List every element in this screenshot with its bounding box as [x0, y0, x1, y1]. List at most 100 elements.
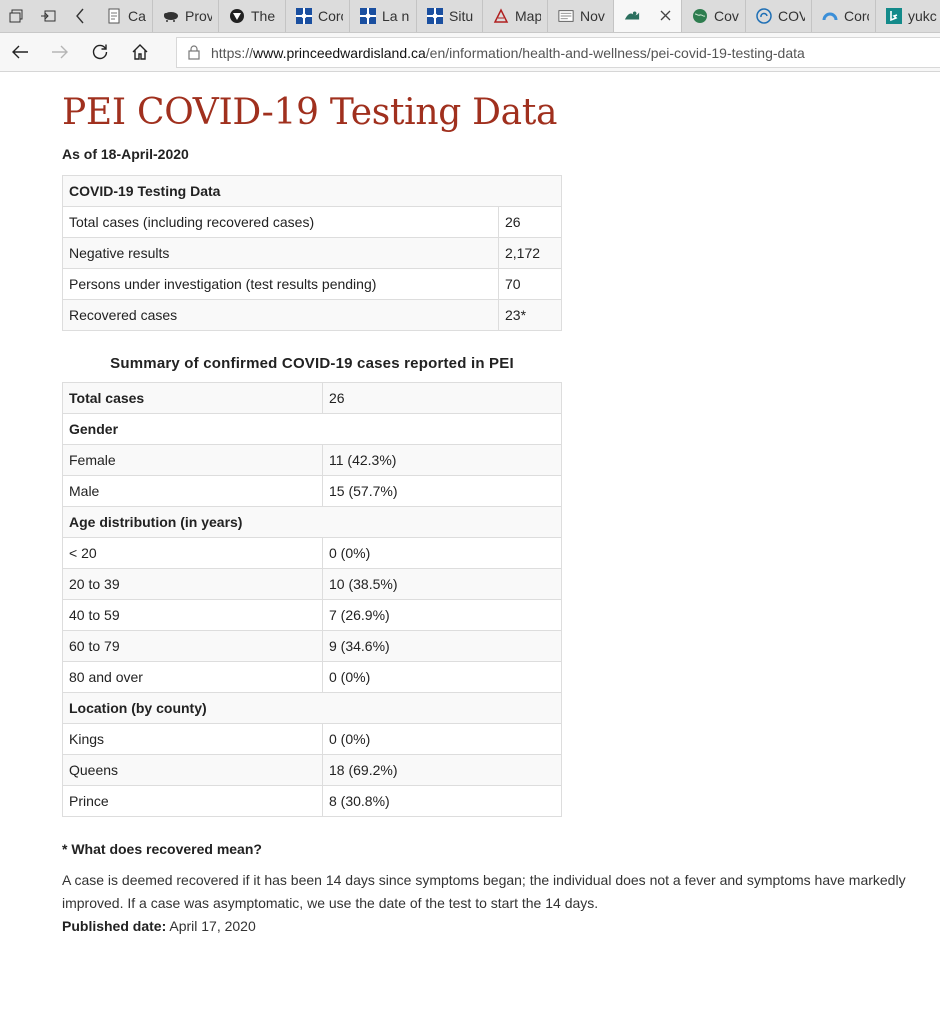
testing-row-value: 23*	[498, 299, 562, 331]
age-section-header: Age distribution (in years)	[62, 506, 562, 538]
testing-row-value: 2,172	[498, 237, 562, 269]
published-date-label: Published date:	[62, 918, 167, 934]
testing-table-header: COVID-19 Testing Data	[62, 175, 562, 207]
browser-tab[interactable]: yukc	[876, 0, 940, 32]
as-of-date: As of 18-April-2020	[62, 146, 189, 162]
tab-title: COV	[778, 8, 805, 24]
navigation-bar: https://www.princeedwardisland.ca/en/inf…	[0, 33, 940, 72]
summary-table-caption: Summary of confirmed COVID-19 cases repo…	[110, 355, 514, 372]
age-label: 20 to 39	[62, 568, 323, 600]
age-label: 80 and over	[62, 661, 323, 693]
browser-tab[interactable]: Situ	[417, 0, 483, 32]
browser-tab[interactable]: The	[219, 0, 286, 32]
summary-table: Total cases 26 Gender Female 11 (42.3%) Ma…	[62, 382, 562, 817]
browser-tab[interactable]: Map	[483, 0, 548, 32]
gender-section-header: Gender	[62, 413, 562, 445]
globe-icon	[692, 8, 708, 24]
back-button[interactable]	[0, 33, 40, 72]
tab-title: Prov	[185, 8, 212, 24]
news-icon	[558, 8, 574, 24]
tab-strip: Case Prov The Corc La n Situ Map Nov Cov COV Corc y…	[0, 0, 940, 33]
total-cases-label: Total cases	[62, 382, 323, 414]
arc-icon	[822, 8, 838, 24]
age-value: 7 (26.9%)	[322, 599, 562, 631]
location-section-header: Location (by county)	[62, 692, 562, 724]
url-text[interactable]: https://www.princeedwardisland.ca/en/inf…	[211, 45, 805, 61]
testing-row-value: 26	[498, 206, 562, 238]
age-value: 0 (0%)	[322, 537, 562, 569]
quebec-flag-icon	[427, 8, 443, 24]
tab-title: Corc	[318, 8, 343, 24]
age-label: 60 to 79	[62, 630, 323, 662]
browser-tab[interactable]	[614, 0, 682, 32]
lock-icon[interactable]	[177, 45, 211, 60]
tab-title: Case	[128, 8, 146, 24]
age-value: 9 (34.6%)	[322, 630, 562, 662]
browser-tab[interactable]: Prov	[153, 0, 219, 32]
tab-actions-icon[interactable]	[0, 0, 32, 32]
recovered-explanation: A case is deemed recovered if it has bee…	[62, 872, 906, 911]
browser-tab[interactable]: Corc	[812, 0, 876, 32]
home-icon	[132, 44, 148, 60]
refresh-button[interactable]	[80, 33, 120, 72]
tab-title: Map	[515, 8, 541, 24]
forward-button[interactable]	[40, 33, 80, 72]
gender-value: 11 (42.3%)	[322, 444, 562, 476]
page-content: PEI COVID-19 Testing Data As of 18-April…	[62, 72, 922, 937]
recovered-question: * What does recovered mean?	[62, 841, 262, 857]
swirl-icon	[756, 8, 772, 24]
location-label: Prince	[62, 785, 323, 817]
tab-title: Corc	[844, 8, 869, 24]
browser-tab[interactable]: La n	[350, 0, 417, 32]
tab-title: yukc	[908, 8, 937, 24]
age-label: 40 to 59	[62, 599, 323, 631]
bison-icon	[163, 8, 179, 24]
page-title: PEI COVID-19 Testing Data	[62, 92, 558, 133]
testing-row-value: 70	[498, 268, 562, 300]
testing-row-label: Persons under investigation (test result…	[62, 268, 499, 300]
testing-row-label: Total cases (including recovered cases)	[62, 206, 499, 238]
location-value: 18 (69.2%)	[322, 754, 562, 786]
scroll-tabs-left-icon[interactable]	[64, 0, 96, 32]
testing-row-label: Negative results	[62, 237, 499, 269]
total-cases-value: 26	[322, 382, 562, 414]
address-bar[interactable]: https://www.princeedwardisland.ca/en/inf…	[176, 37, 940, 68]
quebec-flag-icon	[360, 8, 376, 24]
bing-icon	[886, 8, 902, 24]
tab-title: La n	[382, 8, 410, 24]
home-button[interactable]	[120, 33, 160, 72]
age-label: < 20	[62, 537, 323, 569]
published-date: Published date: April 17, 2020	[62, 915, 922, 937]
tab-title: Situ	[449, 8, 474, 24]
shield-icon	[229, 8, 245, 24]
age-value: 0 (0%)	[322, 661, 562, 693]
pei-icon	[624, 8, 640, 24]
testing-row-label: Recovered cases	[62, 299, 499, 331]
gender-label: Female	[62, 444, 323, 476]
quebec-flag-icon	[296, 8, 312, 24]
back-arrow-icon	[12, 45, 28, 59]
close-tab-icon[interactable]	[660, 8, 671, 24]
gender-value: 15 (57.7%)	[322, 475, 562, 507]
published-date-value: April 17, 2020	[169, 918, 256, 934]
browser-tab[interactable]: COV	[746, 0, 812, 32]
document-icon	[106, 8, 122, 24]
location-label: Queens	[62, 754, 323, 786]
browser-tab[interactable]: Corc	[286, 0, 350, 32]
age-value: 10 (38.5%)	[322, 568, 562, 600]
refresh-icon	[92, 44, 108, 60]
browser-tab[interactable]: Nov	[548, 0, 614, 32]
tab-title: Nov	[580, 8, 605, 24]
testing-data-table: COVID-19 Testing Data Total cases (inclu…	[62, 175, 562, 331]
gender-label: Male	[62, 475, 323, 507]
location-label: Kings	[62, 723, 323, 755]
map-icon	[493, 8, 509, 24]
set-aside-tabs-icon[interactable]	[32, 0, 64, 32]
browser-tab[interactable]: Case	[96, 0, 153, 32]
tab-title: The	[251, 8, 276, 24]
browser-tab[interactable]: Cov	[682, 0, 746, 32]
location-value: 0 (0%)	[322, 723, 562, 755]
forward-arrow-icon	[52, 45, 68, 59]
tab-title: Cov	[714, 8, 739, 24]
location-value: 8 (30.8%)	[322, 785, 562, 817]
